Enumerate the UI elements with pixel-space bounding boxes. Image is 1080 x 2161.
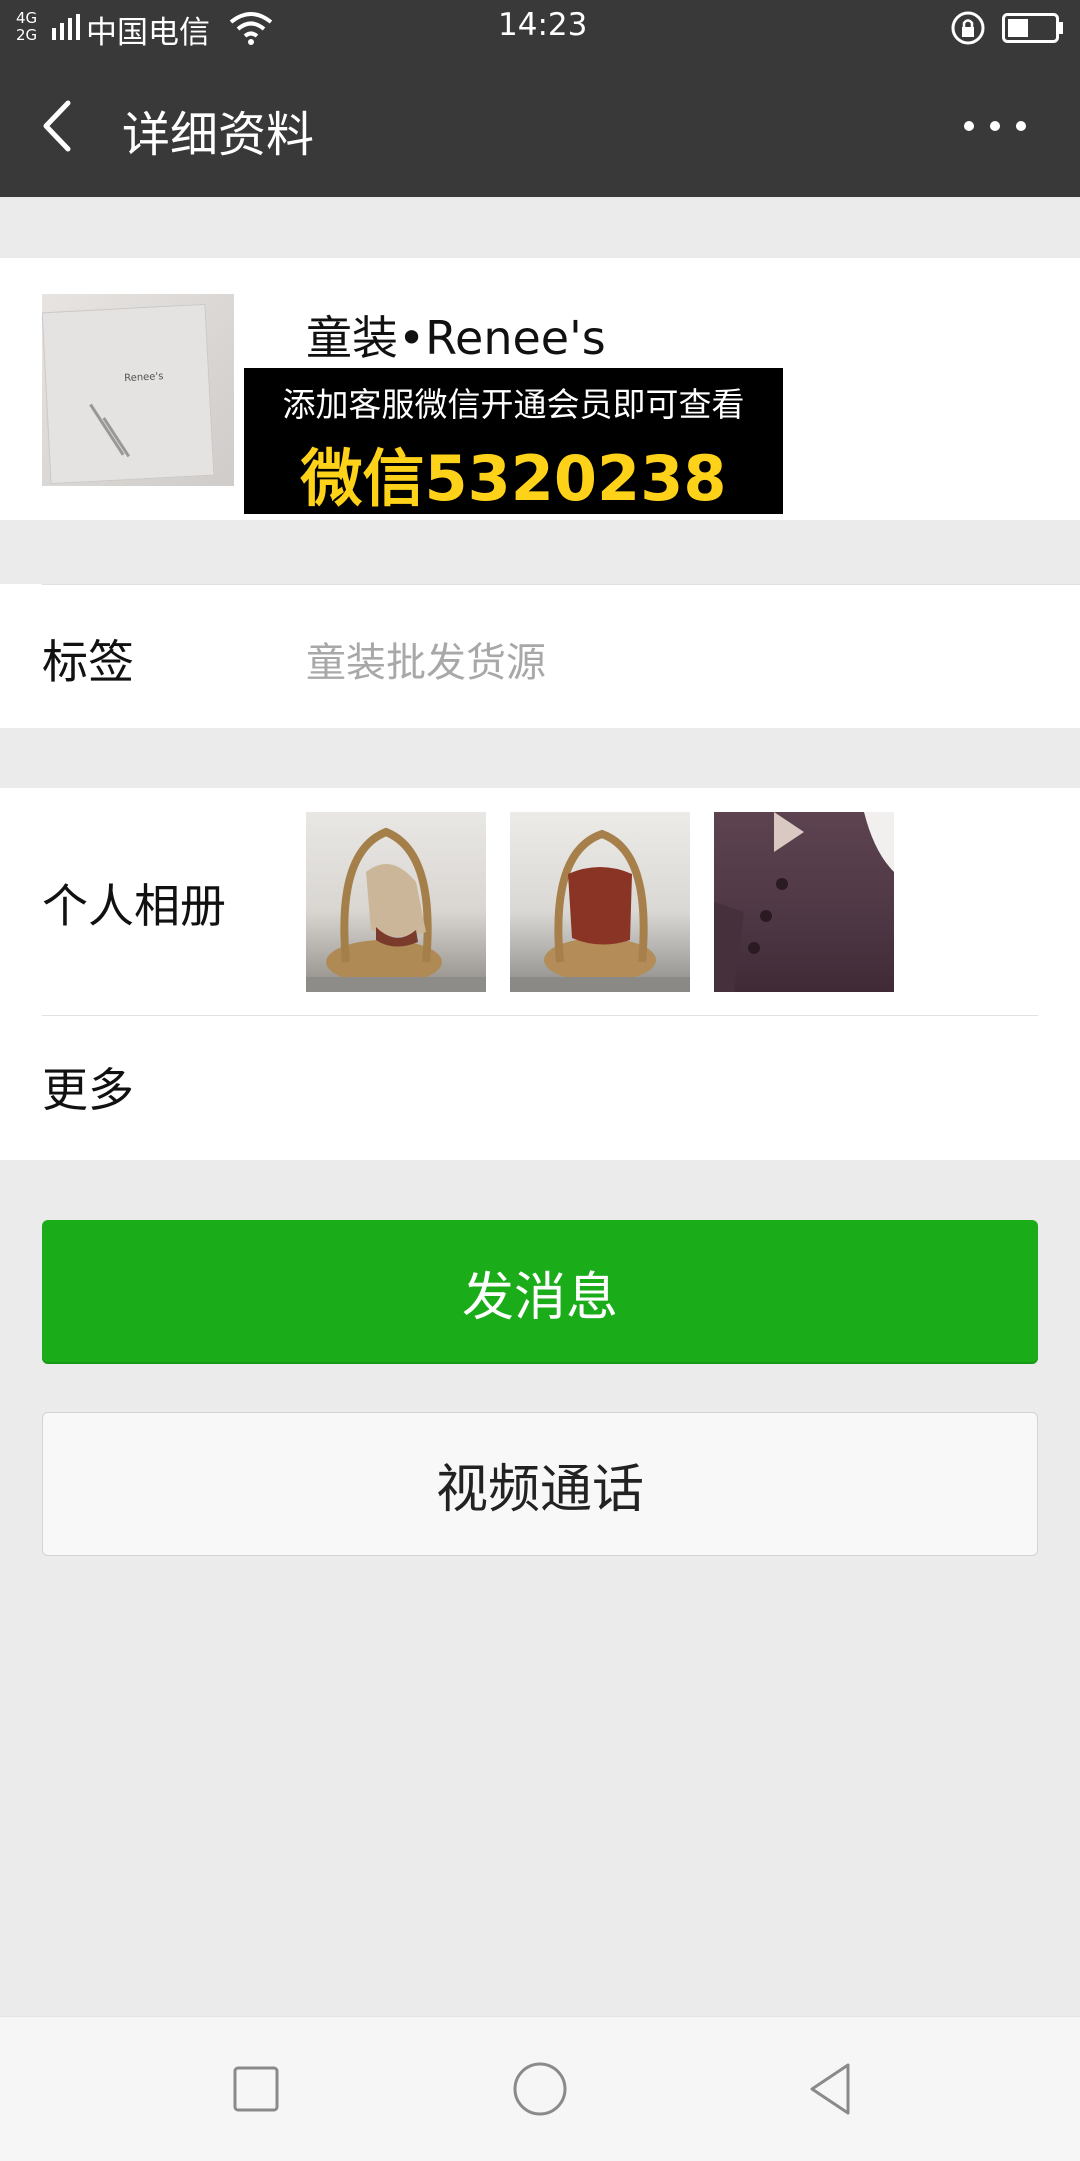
album-photo-chair — [306, 827, 486, 992]
avatar[interactable]: Renee's — [42, 294, 234, 486]
rotation-lock-icon — [951, 11, 985, 45]
profile-name: 童装•Renee's — [306, 311, 606, 365]
send-message-button[interactable]: 发消息 — [42, 1220, 1038, 1364]
page-title: 详细资料 — [122, 107, 315, 163]
network-type: 4G 2G — [16, 10, 46, 44]
network-type-top: 4G — [16, 9, 38, 27]
promo-wechat-id: 微信5320238 — [300, 442, 727, 515]
avatar-business-card: Renee's — [42, 303, 215, 485]
album-photo-garment — [714, 812, 894, 992]
tag-row[interactable]: 标签 童装批发货源 — [0, 584, 1080, 728]
tag-label: 标签 — [42, 635, 134, 689]
album-card: 个人相册 更多 — [0, 788, 1080, 1160]
home-circle-icon[interactable] — [510, 2059, 570, 2119]
back-button[interactable] — [30, 91, 90, 161]
more-options-button[interactable] — [955, 101, 1035, 151]
signal-icon — [52, 14, 80, 40]
network-type-bottom: 2G — [16, 26, 38, 44]
album-thumbnail[interactable] — [714, 812, 894, 992]
system-nav-bar — [0, 2016, 1080, 2161]
tag-value: 童装批发货源 — [306, 640, 546, 686]
wifi-icon — [229, 12, 273, 45]
album-label[interactable]: 个人相册 — [42, 870, 226, 936]
avatar-brand-text: Renee's — [123, 371, 164, 385]
nav-bar: 详细资料 — [0, 55, 1080, 197]
status-bar: 4G 2G 中国电信 14:23 — [0, 0, 1080, 55]
divider — [42, 584, 1080, 585]
avatar-text-line — [89, 403, 125, 456]
album-thumbnail[interactable] — [306, 812, 486, 992]
divider — [42, 1015, 1038, 1016]
album-photo-chair — [510, 829, 690, 992]
promo-banner: 添加客服微信开通会员即可查看 微信5320238 — [244, 368, 783, 515]
recents-square-icon[interactable] — [226, 2059, 286, 2119]
album-thumbnail[interactable] — [510, 812, 690, 992]
battery-icon — [1002, 13, 1063, 43]
profile-card: Renee's 童装•Renee's 添加客服微信开通会员即可查看 微信5320… — [0, 258, 1080, 520]
more-label[interactable]: 更多 — [42, 1054, 134, 1120]
promo-text: 添加客服微信开通会员即可查看 — [282, 385, 745, 424]
carrier-name: 中国电信 — [86, 15, 210, 51]
back-triangle-icon[interactable] — [800, 2059, 860, 2119]
video-call-button[interactable]: 视频通话 — [42, 1412, 1038, 1556]
avatar-text-line — [102, 417, 131, 458]
status-time: 14:23 — [498, 7, 588, 43]
